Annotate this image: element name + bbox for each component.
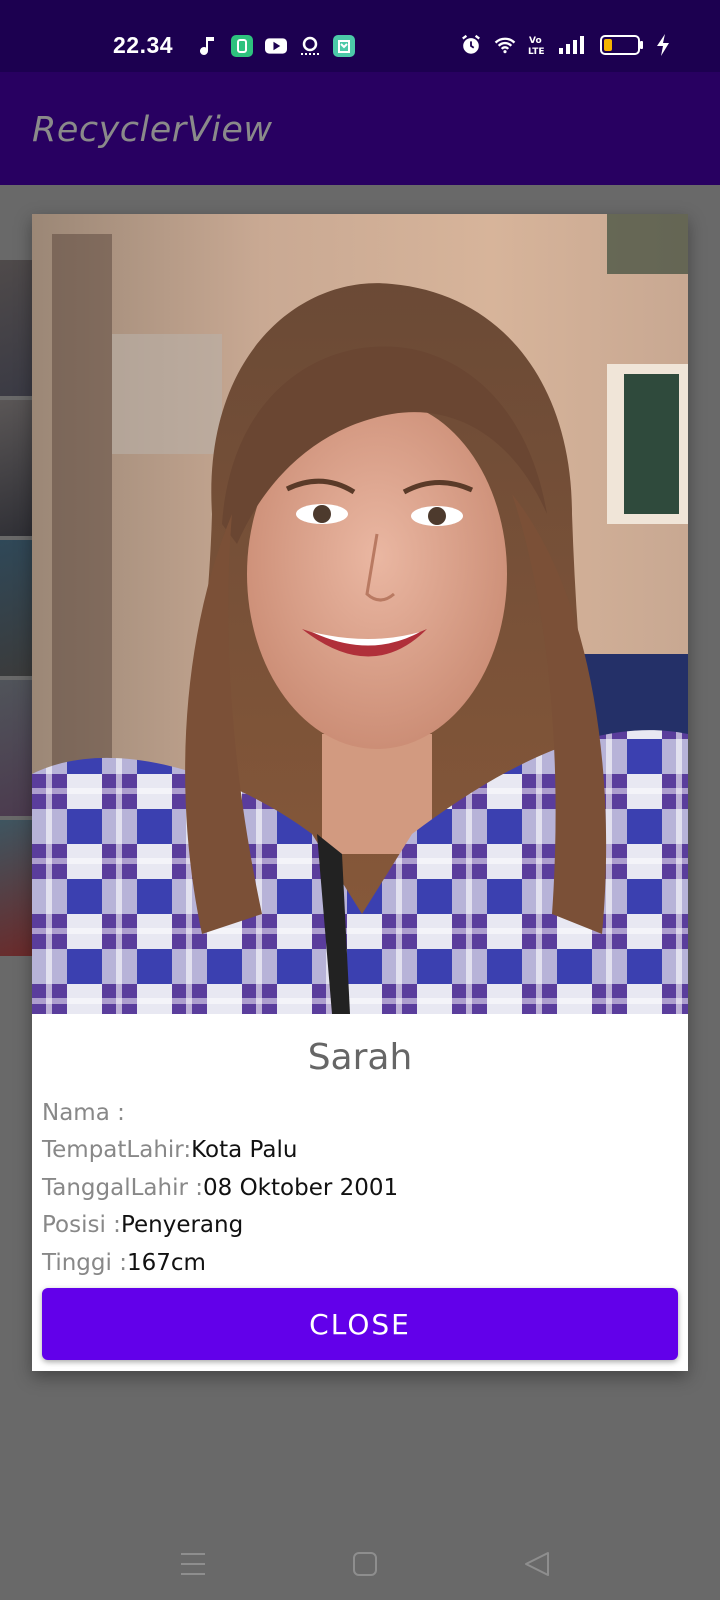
youtube-icon bbox=[265, 35, 287, 57]
background-list bbox=[0, 260, 32, 960]
list-item-thumbnail bbox=[0, 820, 32, 956]
info-value: 167cm bbox=[126, 1249, 206, 1276]
wifi-icon bbox=[494, 34, 516, 56]
profile-photo bbox=[32, 214, 688, 1014]
profile-name: Sarah bbox=[307, 1037, 413, 1078]
home-icon[interactable] bbox=[345, 1544, 385, 1584]
status-bar: 22.34 Vo LTE bbox=[0, 0, 720, 72]
profile-info: Nama : TempatLahir: Kota Palu TanggalLah… bbox=[42, 1094, 682, 1282]
info-value: 08 Oktober 2001 bbox=[203, 1174, 399, 1201]
back-icon[interactable] bbox=[517, 1544, 557, 1584]
info-label: TanggalLahir : bbox=[42, 1174, 203, 1201]
info-row-tempat-lahir: TempatLahir: Kota Palu bbox=[42, 1132, 682, 1170]
store-app-icon bbox=[333, 35, 355, 57]
close-button[interactable]: CLOSE bbox=[42, 1288, 678, 1360]
battery-icon bbox=[600, 34, 644, 56]
camera-detect-icon bbox=[299, 35, 321, 57]
list-item-thumbnail bbox=[0, 540, 32, 676]
volte-icon: Vo LTE bbox=[528, 34, 546, 56]
info-label: TempatLahir: bbox=[42, 1137, 192, 1164]
notification-icons bbox=[197, 35, 355, 57]
info-row-nama: Nama : bbox=[42, 1094, 682, 1132]
system-nav-bar bbox=[0, 1530, 720, 1600]
info-row-posisi: Posisi : Penyerang bbox=[42, 1207, 682, 1245]
chat-app-icon bbox=[231, 35, 253, 57]
info-value: Penyerang bbox=[120, 1212, 244, 1239]
music-note-icon bbox=[197, 35, 219, 57]
info-label: Posisi : bbox=[42, 1212, 121, 1239]
charging-icon bbox=[656, 34, 670, 56]
alarm-icon bbox=[460, 34, 482, 56]
info-value: Kota Palu bbox=[191, 1137, 298, 1164]
signal-icon bbox=[558, 34, 588, 56]
list-item-thumbnail bbox=[0, 260, 32, 396]
info-label: Nama : bbox=[42, 1099, 125, 1126]
menu-icon[interactable] bbox=[173, 1544, 213, 1584]
svg-text:Vo: Vo bbox=[529, 36, 542, 46]
app-title: RecyclerView bbox=[32, 110, 273, 150]
info-label: Tinggi : bbox=[42, 1249, 127, 1276]
info-row-tinggi: Tinggi : 167cm bbox=[42, 1244, 682, 1282]
system-icons: Vo LTE bbox=[460, 34, 670, 56]
list-item-thumbnail bbox=[0, 680, 32, 816]
status-time: 22.34 bbox=[113, 32, 174, 58]
app-bar: RecyclerView bbox=[0, 72, 720, 185]
list-item-thumbnail bbox=[0, 400, 32, 536]
profile-dialog: Sarah Nama : TempatLahir: Kota Palu Tang… bbox=[32, 214, 688, 1371]
svg-text:LTE: LTE bbox=[528, 47, 545, 56]
info-row-tanggal-lahir: TanggalLahir : 08 Oktober 2001 bbox=[42, 1169, 682, 1207]
